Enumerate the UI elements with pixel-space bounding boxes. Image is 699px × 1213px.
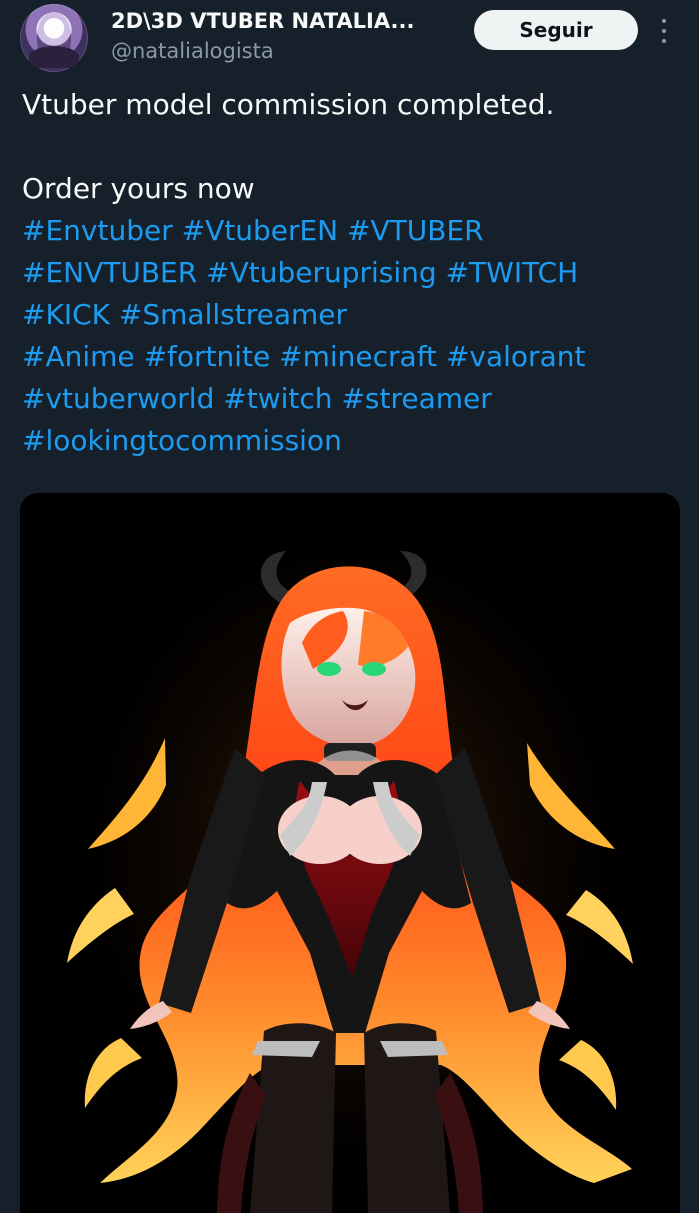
hashtag-line: #lookingtocommission [22,420,682,462]
hashtag-link[interactable]: #vtuberworld [22,382,214,415]
vtuber-character-image [20,493,680,1213]
tweet-text-line: Order yours now [22,172,255,205]
tweet-text: Vtuber model commission completed. Order… [22,84,682,462]
hashtag-link[interactable]: #lookingtocommission [22,424,342,457]
hashtag-line: #Anime #fortnite #minecraft #valorant [22,336,682,378]
hashtag-link[interactable]: #twitch [223,382,332,415]
author-display-name[interactable]: 2D\3D VTUBER NATALIA... [111,8,449,34]
tweet-text-line: Vtuber model commission completed. [22,88,555,121]
hashtag-link[interactable]: #valorant [446,340,586,373]
hashtag-link[interactable]: #KICK [22,298,110,331]
hashtag-link[interactable]: #streamer [341,382,491,415]
hashtag-link[interactable]: #Anime [22,340,135,373]
tweet-header: 2D\3D VTUBER NATALIA... @natalialogista … [0,0,699,80]
hashtag-link[interactable]: #Vtuberuprising [206,256,437,289]
hashtag-link[interactable]: #Envtuber [22,214,173,247]
hashtag-link[interactable]: #TWITCH [446,256,579,289]
hashtag-line: #vtuberworld #twitch #streamer [22,378,682,420]
hashtag-link[interactable]: #minecraft [279,340,437,373]
follow-button[interactable]: Seguir [474,10,638,50]
author-avatar[interactable] [20,4,88,72]
more-dot-icon [662,39,666,43]
author-handle[interactable]: @natalialogista [111,38,274,64]
hashtag-link[interactable]: #fortnite [144,340,271,373]
hashtag-link[interactable]: #VtuberEN [182,214,339,247]
more-vertical-icon[interactable] [657,19,671,43]
hashtag-line: #ENVTUBER #Vtuberuprising #TWITCH [22,252,682,294]
hashtag-line: #Envtuber #VtuberEN #VTUBER [22,210,682,252]
tweet-media[interactable] [20,493,680,1213]
hashtag-line: #KICK #Smallstreamer [22,294,682,336]
more-dot-icon [662,29,666,33]
hashtag-link[interactable]: #VTUBER [347,214,484,247]
more-dot-icon [662,19,666,23]
hashtag-link[interactable]: #ENVTUBER [22,256,197,289]
hashtag-link[interactable]: #Smallstreamer [119,298,347,331]
